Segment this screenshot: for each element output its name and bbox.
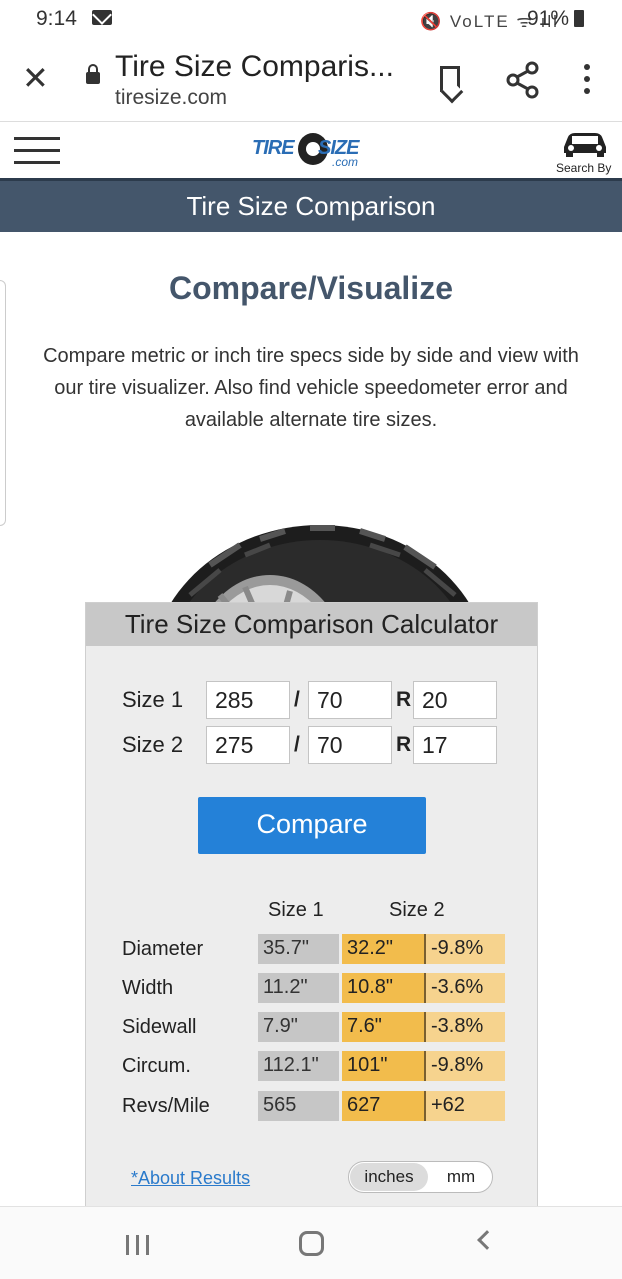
back-icon[interactable] [477, 1230, 497, 1250]
result-size2-value: 10.8" [342, 973, 424, 1003]
search-by-button[interactable]: Search By [556, 129, 614, 175]
size1-aspect-input[interactable]: 70 [308, 681, 392, 719]
car-icon [564, 133, 606, 157]
units-inches-option[interactable]: inches [350, 1163, 428, 1191]
size2-r: R [396, 733, 412, 756]
status-bar: 9:14 🔇 VoLTE ᯤ ıll 91% [0, 0, 622, 40]
tiresize-logo[interactable]: TIRE SIZE .com [252, 133, 374, 169]
status-time: 9:14 [36, 7, 77, 30]
tire-image [150, 525, 480, 605]
result-size1-value: 35.7" [258, 934, 339, 964]
intro-text: Compare metric or inch tire specs side b… [43, 345, 579, 431]
result-size2-value: 101" [342, 1051, 424, 1081]
result-row-width: Width 11.2" 10.8" -3.6% [86, 973, 539, 1003]
size2-slash: / [294, 733, 300, 756]
result-size2-value: 32.2" [342, 934, 424, 964]
result-difference: -9.8% [424, 1051, 505, 1081]
size1-r: R [396, 688, 412, 711]
logo-tire-text: TIRE [252, 137, 295, 159]
result-row-diameter: Diameter 35.7" 32.2" -9.8% [86, 934, 539, 964]
result-difference: -3.8% [424, 1012, 505, 1042]
size1-width-input[interactable]: 285 [206, 681, 290, 719]
result-row-revs-per-mile: Revs/Mile 565 627 +62 [86, 1091, 539, 1121]
battery-percent: 91% [527, 7, 570, 30]
size2-width-input[interactable]: 275 [206, 726, 290, 764]
result-label: Circum. [122, 1055, 191, 1077]
system-navigation-bar [0, 1206, 622, 1279]
browser-toolbar: ✕ Tire Size Comparis... tiresize.com [0, 40, 622, 122]
size2-aspect-input[interactable]: 70 [308, 726, 392, 764]
menu-icon[interactable] [14, 137, 60, 165]
result-size1-value: 11.2" [258, 973, 339, 1003]
units-toggle[interactable]: inches mm [348, 1161, 493, 1193]
result-difference: +62 [424, 1091, 505, 1121]
results-header-size2: Size 2 [389, 899, 445, 921]
result-row-circumference: Circum. 112.1" 101" -9.8% [86, 1051, 539, 1081]
side-drawer-handle[interactable] [0, 280, 6, 526]
battery-icon [574, 10, 584, 27]
site-header: TIRE SIZE .com Search By [0, 123, 622, 178]
banner-title: Tire Size Comparison [186, 191, 436, 221]
result-size1-value: 112.1" [258, 1051, 339, 1081]
recents-icon[interactable] [126, 1235, 152, 1255]
result-size1-value: 7.9" [258, 1012, 339, 1042]
browser-url[interactable]: tiresize.com [115, 86, 227, 110]
size1-row: Size 1 285 / 70 R 20 [122, 681, 542, 719]
result-label: Sidewall [122, 1016, 197, 1038]
size1-rim-input[interactable]: 20 [413, 681, 497, 719]
search-by-label: Search By [556, 161, 612, 175]
calculator-title: Tire Size Comparison Calculator [86, 603, 537, 646]
result-label: Revs/Mile [122, 1095, 210, 1117]
lock-icon[interactable] [86, 64, 100, 84]
comparison-calculator: Tire Size Comparison Calculator Size 1 2… [85, 602, 538, 1212]
home-icon[interactable] [299, 1231, 324, 1256]
about-results-link[interactable]: *About Results [131, 1168, 250, 1189]
size2-rim-input[interactable]: 17 [413, 726, 497, 764]
size2-label: Size 2 [122, 732, 184, 757]
logo-com-text: .com [332, 155, 359, 169]
title-banner: Tire Size Comparison [0, 178, 622, 232]
result-row-sidewall: Sidewall 7.9" 7.6" -3.8% [86, 1012, 539, 1042]
result-size2-value: 627 [342, 1091, 424, 1121]
result-difference: -9.8% [424, 934, 505, 964]
size2-row: Size 2 275 / 70 R 17 [122, 726, 542, 764]
size1-label: Size 1 [122, 687, 184, 712]
result-size2-value: 7.6" [342, 1012, 424, 1042]
results-header-size1: Size 1 [268, 899, 324, 921]
page-heading: Compare/Visualize [169, 270, 453, 306]
bookmark-icon[interactable] [440, 66, 460, 92]
compare-button[interactable]: Compare [198, 797, 426, 854]
close-tab-icon[interactable]: ✕ [22, 62, 49, 94]
result-label: Diameter [122, 938, 204, 960]
result-label: Width [122, 977, 174, 999]
units-mm-option[interactable]: mm [431, 1163, 491, 1191]
browser-page-title[interactable]: Tire Size Comparis... [115, 50, 394, 84]
mail-icon [92, 10, 112, 25]
result-size1-value: 565 [258, 1091, 339, 1121]
share-icon[interactable] [506, 60, 540, 100]
result-difference: -3.6% [424, 973, 505, 1003]
more-options-icon[interactable] [582, 64, 592, 98]
size1-slash: / [294, 688, 300, 711]
